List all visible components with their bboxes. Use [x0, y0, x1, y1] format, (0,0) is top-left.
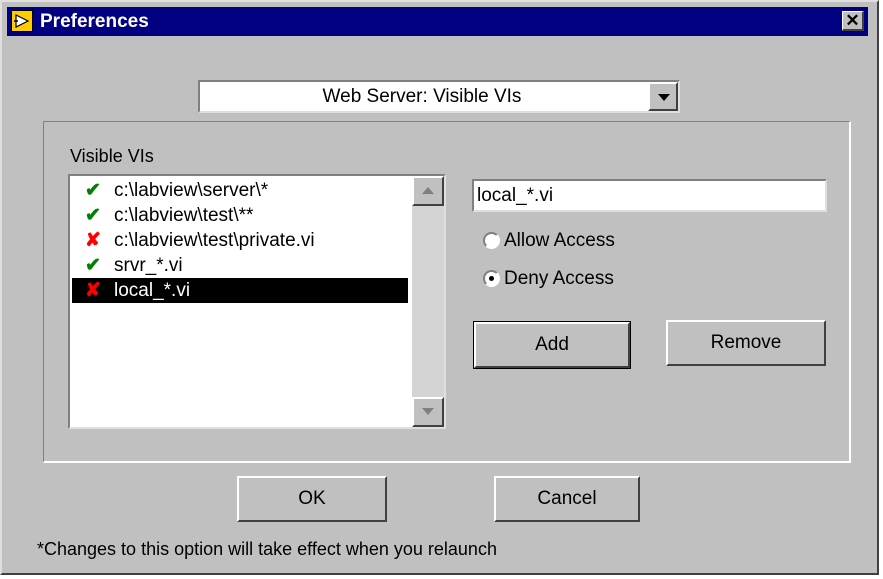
radio-button[interactable]	[483, 232, 500, 249]
window-title: Preferences	[40, 11, 149, 32]
checkmark-icon: ✔	[85, 255, 101, 276]
x-mark-icon: ✘	[85, 280, 101, 301]
vi-pattern-input[interactable]: local_*.vi	[472, 179, 827, 212]
list-item-label: srvr_*.vi	[114, 255, 183, 276]
list-item-label: c:\labview\test\private.vi	[114, 230, 315, 251]
category-selected-value: Web Server: Visible VIs	[322, 86, 522, 107]
allow-access-label: Allow Access	[504, 230, 615, 251]
list-item[interactable]: ✔ srvr_*.vi	[72, 253, 408, 278]
arrow-up-icon	[422, 187, 434, 194]
cancel-button[interactable]: Cancel	[494, 476, 640, 522]
labview-app-icon	[11, 10, 33, 32]
x-mark-icon: ✘	[85, 230, 101, 251]
visible-vis-listbox[interactable]: ✔ c:\labview\server\* ✔ c:\labview\test\** ✘…	[68, 174, 446, 429]
arrow-down-icon	[422, 408, 434, 415]
scroll-up-button[interactable]	[412, 176, 444, 206]
list-item[interactable]: ✔ c:\labview\server\*	[72, 178, 408, 203]
vertical-scrollbar[interactable]	[412, 176, 444, 427]
close-button[interactable]: ✕	[842, 11, 864, 31]
list-item-label: c:\labview\test\**	[114, 205, 254, 226]
title-bar[interactable]: Preferences ✕	[7, 7, 868, 36]
list-item-label: local_*.vi	[114, 280, 191, 301]
list-item[interactable]: ✔ c:\labview\test\**	[72, 203, 408, 228]
close-icon: ✕	[845, 11, 860, 30]
preference-category-dropdown[interactable]: Web Server: Visible VIs	[198, 80, 680, 113]
dropdown-button[interactable]	[648, 82, 678, 111]
ok-button[interactable]: OK	[237, 476, 387, 522]
remove-button[interactable]: Remove	[666, 320, 826, 366]
visible-vis-list[interactable]: ✔ c:\labview\server\* ✔ c:\labview\test\** ✘…	[72, 178, 408, 426]
list-item[interactable]: ✘ c:\labview\test\private.vi	[72, 228, 408, 253]
visible-vis-label: Visible VIs	[70, 146, 154, 166]
chevron-down-icon	[658, 94, 670, 101]
vi-pattern-value: local_*.vi	[477, 185, 554, 206]
radio-button[interactable]	[483, 270, 500, 287]
add-button[interactable]: Add	[473, 321, 631, 369]
list-item[interactable]: ✘ local_*.vi	[72, 278, 408, 303]
deny-access-label: Deny Access	[504, 268, 614, 289]
list-item-label: c:\labview\server\*	[114, 180, 269, 201]
checkmark-icon: ✔	[85, 205, 101, 226]
scroll-down-button[interactable]	[412, 397, 444, 427]
checkmark-icon: ✔	[85, 180, 101, 201]
relaunch-note: *Changes to this option will take effect…	[37, 539, 497, 559]
